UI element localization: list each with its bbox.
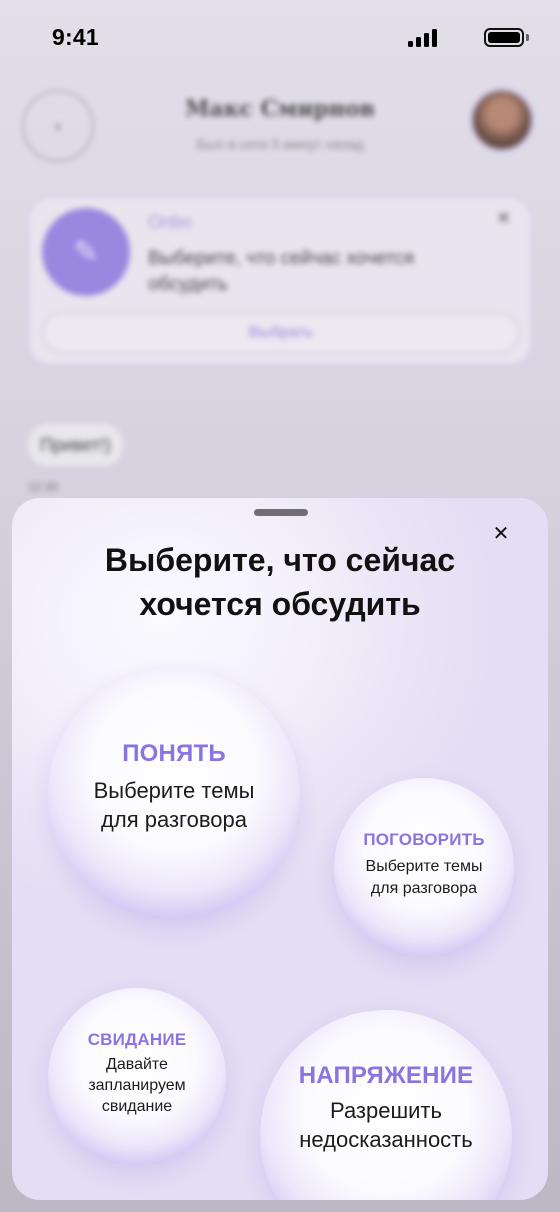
topic-content: НАПРЯЖЕНИЕ Разрешить недосказанность: [299, 1062, 474, 1154]
card-close-icon[interactable]: ✕: [496, 208, 511, 229]
topic-bubble-talk[interactable]: ПОГОВОРИТЬ Выберите темы для разговора: [334, 778, 514, 958]
topic-content: СВИДАНИЕ Давайте запланируем свидание: [88, 1030, 187, 1117]
topic-description: Выберите темы для разговора: [365, 858, 483, 897]
card-tag: Onbo: [148, 212, 193, 232]
status-time: 9:41: [52, 24, 99, 50]
topic-content: ПОНЯТЬ Выберите темы для разговора: [94, 740, 255, 834]
topic-bubble-date[interactable]: СВИДАНИЕ Давайте запланируем свидание: [48, 988, 226, 1166]
topic-bottom-sheet: ✕ Выберите, что сейчас хочется обсудить …: [12, 498, 548, 1200]
cellular-signal-icon: [408, 29, 438, 47]
battery-icon: [484, 28, 524, 47]
topic-description: Выберите темы для разговора: [93, 778, 255, 832]
battery-tip: [526, 34, 529, 41]
card-choose-button[interactable]: Выбрать: [42, 312, 520, 354]
chat-message: Привет!): [28, 424, 124, 466]
topic-title: СВИДАНИЕ: [87, 1029, 187, 1049]
topic-bubble-understand[interactable]: ПОНЯТЬ Выберите темы для разговора: [48, 668, 300, 920]
sheet-title: Выберите, что сейчас хочется обсудить: [104, 542, 456, 622]
topic-bubble-tension[interactable]: НАПРЯЖЕНИЕ Разрешить недосказанность: [260, 1010, 512, 1200]
topic-title: ПОГОВОРИТЬ: [363, 830, 485, 849]
chat-bubbles-icon: ✎: [42, 208, 130, 296]
topic-description: Давайте запланируем свидание: [88, 1055, 186, 1115]
sheet-drag-handle[interactable]: [254, 509, 308, 516]
avatar[interactable]: [470, 88, 534, 152]
topic-description: Разрешить недосказанность: [299, 1098, 473, 1152]
onboarding-card: ✎ Onbo Выберите, что сейчас хочется обсу…: [28, 196, 532, 366]
topic-content: ПОГОВОРИТЬ Выберите темы для разговора: [363, 830, 484, 900]
status-bar: 9:41: [0, 0, 560, 76]
background-chat-screen: ‹ Макс Смирнов Был в сети 5 минут назад …: [0, 76, 560, 506]
topic-title: ПОНЯТЬ: [122, 740, 226, 767]
card-text: Выберите, что сейчас хочется обсудить: [148, 248, 415, 295]
topic-title: НАПРЯЖЕНИЕ: [298, 1062, 474, 1089]
message-time: 12:30: [28, 480, 59, 494]
